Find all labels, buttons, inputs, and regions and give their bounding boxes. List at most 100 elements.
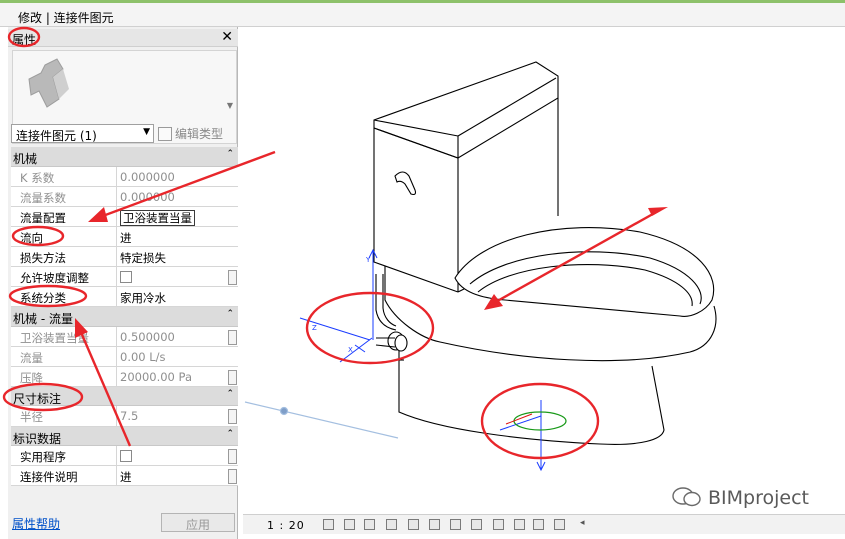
- scroll-handle[interactable]: [228, 449, 237, 465]
- category-label: 标识数据: [13, 431, 62, 446]
- view-scale[interactable]: 1 : 20: [267, 519, 305, 532]
- edit-type-icon: [158, 127, 172, 141]
- scroll-handle[interactable]: [228, 329, 237, 345]
- svg-text:Z: Z: [312, 324, 317, 332]
- visual-style-icon[interactable]: [344, 519, 355, 530]
- property-name: 连接件说明: [11, 466, 117, 486]
- property-row[interactable]: 流量系数 0.000000: [11, 186, 238, 207]
- wechat-icon: [672, 487, 701, 507]
- scroll-handle[interactable]: [228, 469, 237, 485]
- properties-header: 属性 ✕: [8, 29, 238, 47]
- property-value[interactable]: 家用冷水: [118, 287, 226, 306]
- property-row[interactable]: 允许坡度调整: [11, 266, 238, 288]
- property-row[interactable]: 系统分类 家用冷水: [11, 287, 238, 308]
- edit-type-label: 编辑类型: [175, 127, 224, 141]
- property-name: 流量配置: [11, 206, 117, 226]
- context-title: 修改 | 连接件图元: [18, 11, 114, 25]
- property-value[interactable]: 0.500000: [118, 327, 226, 346]
- flow-config-field[interactable]: 卫浴装置当量: [120, 209, 195, 226]
- property-name: 卫浴装置当量: [11, 326, 117, 346]
- property-row[interactable]: 卫浴装置当量 0.500000: [11, 326, 238, 347]
- watermark-text: BIMproject: [708, 487, 809, 509]
- render-icon[interactable]: [408, 519, 419, 530]
- category-header[interactable]: 标识数据 ⌃: [11, 426, 238, 447]
- category-label: 机械 - 流量: [13, 312, 73, 327]
- chevron-left-icon[interactable]: ◂: [580, 518, 585, 528]
- collapse-icon[interactable]: ⌃: [226, 309, 234, 319]
- worksharing-icon[interactable]: [533, 519, 544, 530]
- category-label: 尺寸标注: [13, 391, 62, 406]
- property-row[interactable]: 半径 7.5: [11, 406, 238, 427]
- checkbox[interactable]: [120, 450, 132, 463]
- apply-button[interactable]: 应用: [161, 513, 235, 532]
- property-value[interactable]: 0.00 L/s: [118, 347, 226, 366]
- detail-level-icon[interactable]: [323, 519, 334, 530]
- property-value[interactable]: 进: [118, 227, 226, 246]
- sun-path-icon[interactable]: [364, 519, 375, 530]
- property-row[interactable]: 实用程序: [11, 446, 238, 467]
- property-name: 损失方法: [11, 246, 117, 266]
- svg-text:X: X: [348, 346, 353, 354]
- chevron-down-icon[interactable]: ▼: [227, 101, 233, 110]
- property-name: 流量: [11, 346, 117, 366]
- context-tab-bar: 修改 | 连接件图元: [0, 0, 845, 27]
- 3d-view-canvas[interactable]: Y Z X: [243, 27, 845, 539]
- temporary-hide-icon[interactable]: [493, 519, 504, 530]
- property-name: K 系数: [11, 166, 117, 186]
- property-value[interactable]: 0.000000: [118, 167, 226, 186]
- property-value[interactable]: 特定损失: [118, 247, 226, 266]
- property-value[interactable]: 20000.00 Pa: [118, 367, 226, 386]
- collapse-icon[interactable]: ⌃: [226, 149, 234, 159]
- reveal-hidden-icon[interactable]: [514, 519, 525, 530]
- view-control-bar: 1 : 20 ◂: [243, 514, 845, 534]
- scroll-handle[interactable]: [228, 269, 237, 285]
- property-name: 压降: [11, 366, 117, 386]
- show-crop-icon[interactable]: [450, 519, 461, 530]
- edit-type-button[interactable]: 编辑类型: [158, 125, 236, 143]
- property-value[interactable]: 7.5: [118, 406, 226, 425]
- property-row[interactable]: 流量配置 卫浴装置当量: [11, 206, 238, 227]
- property-row[interactable]: 损失方法 特定损失: [11, 246, 238, 267]
- property-row[interactable]: 流向进: [11, 226, 238, 247]
- scroll-handle[interactable]: [228, 409, 237, 425]
- lock-view-icon[interactable]: [471, 519, 482, 530]
- scroll-handle[interactable]: [228, 369, 237, 385]
- chevron-down-icon[interactable]: ▼: [143, 127, 150, 137]
- property-row[interactable]: K 系数 0.000000: [11, 166, 238, 187]
- shadows-icon[interactable]: [386, 519, 397, 530]
- property-value[interactable]: 0.000000: [118, 187, 226, 206]
- category-label: 机械: [13, 152, 38, 166]
- property-row[interactable]: 流量 0.00 L/s: [11, 346, 238, 367]
- property-row[interactable]: 连接件说明进: [11, 466, 238, 487]
- properties-panel: 属性 ✕ ▼ 连接件图元 (1) ▼ 编辑类型 机械 ⌃ K 系数 0.000000…: [8, 27, 238, 539]
- property-name: 流向: [11, 226, 117, 246]
- property-name: 实用程序: [11, 446, 117, 466]
- connector-family-icon: [28, 58, 69, 108]
- close-icon[interactable]: ✕: [221, 29, 233, 45]
- checkbox[interactable]: [120, 270, 132, 283]
- property-name: 系统分类: [11, 287, 117, 307]
- property-row[interactable]: 压降 20000.00 Pa: [11, 366, 238, 387]
- property-value[interactable]: 进: [118, 466, 226, 485]
- property-value: [118, 446, 226, 465]
- properties-help-link[interactable]: 属性帮助: [12, 515, 60, 532]
- property-name: 半径: [11, 406, 117, 426]
- instance-selector-value: 连接件图元 (1): [16, 129, 97, 143]
- category-header[interactable]: 机械 - 流量 ⌃: [11, 307, 238, 327]
- watermark: BIMproject: [672, 487, 842, 515]
- analytical-model-icon[interactable]: [554, 519, 565, 530]
- instance-selector[interactable]: 连接件图元 (1) ▼: [11, 124, 154, 143]
- collapse-icon[interactable]: ⌃: [226, 389, 234, 399]
- svg-text:Y: Y: [365, 256, 371, 264]
- properties-title: 属性: [12, 33, 37, 47]
- property-name: 允许坡度调整: [11, 266, 117, 287]
- category-header[interactable]: 机械 ⌃: [11, 147, 238, 167]
- property-grid: 机械 ⌃ K 系数 0.000000 流量系数 0.000000 流量配置 卫浴装置当量…: [11, 147, 238, 487]
- category-header[interactable]: 尺寸标注 ⌃: [11, 386, 238, 407]
- property-value[interactable]: 卫浴装置当量: [118, 207, 226, 226]
- property-value: [118, 267, 226, 286]
- crop-view-icon[interactable]: [429, 519, 440, 530]
- collapse-icon[interactable]: ⌃: [226, 429, 234, 439]
- property-name: 流量系数: [11, 186, 117, 206]
- toilet-model-drawing[interactable]: Y Z X: [243, 27, 845, 514]
